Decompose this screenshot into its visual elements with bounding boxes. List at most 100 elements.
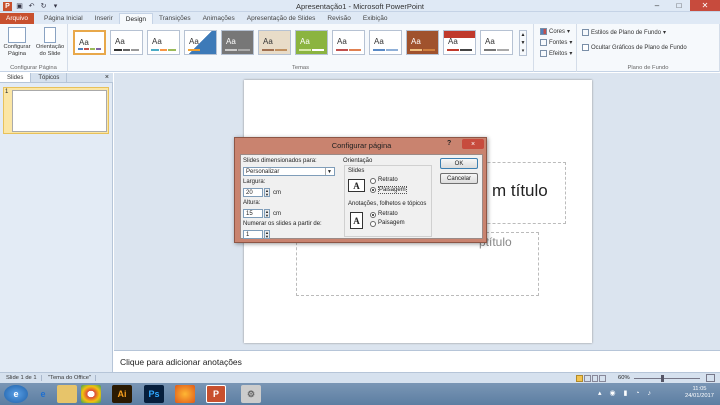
- effects-button[interactable]: Efeitos ▾: [540, 50, 572, 57]
- slide-orientation-button[interactable]: Orientação do Slide: [35, 27, 65, 58]
- slides-portrait-radio[interactable]: [370, 178, 376, 184]
- width-label: Largura:: [243, 179, 266, 185]
- tray-icons[interactable]: ▴ ◉ ▮ ◔ ♪: [598, 389, 654, 397]
- slideshow-view-icon[interactable]: [599, 375, 606, 382]
- help-icon[interactable]: ?: [447, 140, 451, 147]
- colors-button[interactable]: Cores ▾: [540, 28, 570, 35]
- theme-12[interactable]: Aa: [480, 30, 513, 55]
- tab-view[interactable]: Exibição: [357, 13, 394, 24]
- theme-11[interactable]: Aa: [443, 30, 476, 55]
- slides-orientation-label: Slides: [348, 168, 365, 174]
- firefox-icon[interactable]: [175, 385, 195, 403]
- slides-pane: Slides Tópicos × 1: [0, 73, 113, 372]
- number-from-spinner[interactable]: ▲ ▼: [264, 230, 270, 239]
- tab-topics[interactable]: Tópicos: [31, 73, 68, 82]
- tab-transitions[interactable]: Transições: [153, 13, 197, 24]
- background-group-label: Plano de Fundo: [627, 65, 669, 71]
- tab-slideshow[interactable]: Apresentação de Slides: [241, 13, 322, 24]
- tab-slides[interactable]: Slides: [0, 73, 32, 82]
- notes-landscape-label[interactable]: Paisagem: [378, 220, 405, 226]
- slides-sized-select[interactable]: Personalizar ▼: [243, 167, 335, 176]
- theme-8[interactable]: Aa: [332, 30, 365, 55]
- sorter-view-icon[interactable]: [583, 375, 591, 382]
- photoshop-icon[interactable]: Ps: [144, 385, 164, 403]
- page-setup-group: Configurar Página Orientação do Slide Co…: [0, 24, 68, 72]
- number-from-label: Numerar os slides a partir de:: [243, 221, 322, 227]
- width-spinner[interactable]: ▲ ▼: [264, 188, 270, 197]
- slides-sized-label: Slides dimensionados para:: [243, 158, 317, 164]
- slides-portrait-label[interactable]: Retrato: [378, 177, 398, 183]
- illustrator-icon[interactable]: Ai: [112, 385, 132, 403]
- tab-insert[interactable]: Inserir: [89, 13, 119, 24]
- dialog-close-icon[interactable]: ×: [462, 139, 484, 149]
- notes-portrait-label[interactable]: Retrato: [378, 211, 398, 217]
- page-setup-dialog: Configurar página ? × Slides dimensionad…: [234, 137, 487, 243]
- fonts-button[interactable]: Fontes ▾: [540, 39, 572, 46]
- tab-file[interactable]: Arquivo: [0, 13, 35, 24]
- chevron-down-icon[interactable]: ▼: [325, 168, 333, 175]
- page-setup-button[interactable]: Configurar Página: [2, 27, 32, 58]
- theme-4[interactable]: Aa: [184, 30, 217, 55]
- themes-group: Aa Aa Aa Aa Aa Aa Aa Aa Aa Aa Aa Aa ▲ ▼ ▾ …: [68, 24, 534, 72]
- theme-9[interactable]: Aa: [369, 30, 402, 55]
- zoom-slider-thumb[interactable]: [661, 375, 664, 382]
- theme-7[interactable]: Aa: [295, 30, 328, 55]
- close-icon[interactable]: ✕: [690, 0, 720, 11]
- height-input[interactable]: 15: [243, 209, 263, 218]
- width-input[interactable]: 20: [243, 188, 263, 197]
- clock[interactable]: 11:05 24/01/2017: [685, 386, 714, 400]
- slides-landscape-label[interactable]: Paisagem: [378, 186, 407, 194]
- window-title: Apresentação1 - Microsoft PowerPoint: [296, 2, 424, 11]
- pane-close-icon[interactable]: ×: [105, 74, 109, 81]
- zoom-slider[interactable]: [634, 378, 700, 379]
- page-setup-label-1: Configurar: [3, 44, 31, 50]
- notes-placeholder: Clique para adicionar anotações: [120, 357, 242, 367]
- ok-button[interactable]: OK: [440, 158, 478, 169]
- slide-number: 1: [5, 89, 9, 95]
- notes-portrait-radio[interactable]: [370, 212, 376, 218]
- ie-icon[interactable]: e: [33, 385, 53, 403]
- theme-10[interactable]: Aa: [406, 30, 439, 55]
- themes-scroll[interactable]: ▲ ▼ ▾: [519, 30, 527, 56]
- slide-count: Slide 1 de 1: [2, 375, 42, 381]
- clock-date: 24/01/2017: [684, 393, 714, 399]
- slide-thumbnail[interactable]: [12, 90, 107, 132]
- title-bar: P ▣ ↶ ↻ ▾ Apresentação1 - Microsoft Powe…: [0, 0, 720, 12]
- slide-thumbnail-selected[interactable]: 1: [3, 87, 109, 134]
- portrait-page-icon: A: [350, 212, 363, 229]
- height-spinner[interactable]: ▲ ▼: [264, 209, 270, 218]
- minimize-icon[interactable]: –: [646, 0, 668, 11]
- theme-office[interactable]: Aa: [73, 30, 106, 55]
- zoom-level[interactable]: 60%: [618, 375, 630, 381]
- title-placeholder-text: m título: [492, 181, 548, 200]
- tab-home[interactable]: Página Inicial: [38, 13, 89, 24]
- explorer-icon[interactable]: [57, 385, 77, 403]
- clock-time: 11:05: [692, 386, 707, 392]
- hide-background-graphics-checkbox[interactable]: Ocultar Gráficos de Plano de Fundo: [582, 44, 687, 51]
- slides-landscape-radio[interactable]: [370, 187, 376, 193]
- chrome-icon[interactable]: [81, 385, 101, 403]
- notes-orientation-label: Anotações, folhetos e tópicos: [348, 201, 427, 207]
- maximize-icon[interactable]: □: [668, 0, 690, 11]
- notes-landscape-radio[interactable]: [370, 221, 376, 227]
- background-styles-button[interactable]: Estilos de Plano de Fundo ▾: [582, 29, 666, 36]
- powerpoint-taskbar-icon[interactable]: P: [206, 385, 226, 403]
- theme-5[interactable]: Aa: [221, 30, 254, 55]
- fit-slide-icon[interactable]: [706, 374, 715, 382]
- height-unit: cm: [273, 211, 281, 217]
- normal-view-icon[interactable]: [576, 375, 583, 382]
- app-icon[interactable]: ⚙: [241, 385, 261, 403]
- number-from-input[interactable]: 1: [243, 230, 263, 239]
- fonts-icon: [540, 39, 547, 46]
- tab-animations[interactable]: Animações: [197, 13, 241, 24]
- tab-review[interactable]: Revisão: [321, 13, 356, 24]
- cancel-button[interactable]: Cancelar: [440, 173, 478, 184]
- notes-pane[interactable]: Clique para adicionar anotações: [114, 350, 720, 372]
- theme-3[interactable]: Aa: [147, 30, 180, 55]
- orientation-label: Orientação: [343, 158, 373, 164]
- theme-2[interactable]: Aa: [110, 30, 143, 55]
- tab-design[interactable]: Design: [118, 13, 154, 24]
- start-button[interactable]: e: [4, 385, 28, 403]
- reading-view-icon[interactable]: [591, 375, 599, 382]
- theme-6[interactable]: Aa: [258, 30, 291, 55]
